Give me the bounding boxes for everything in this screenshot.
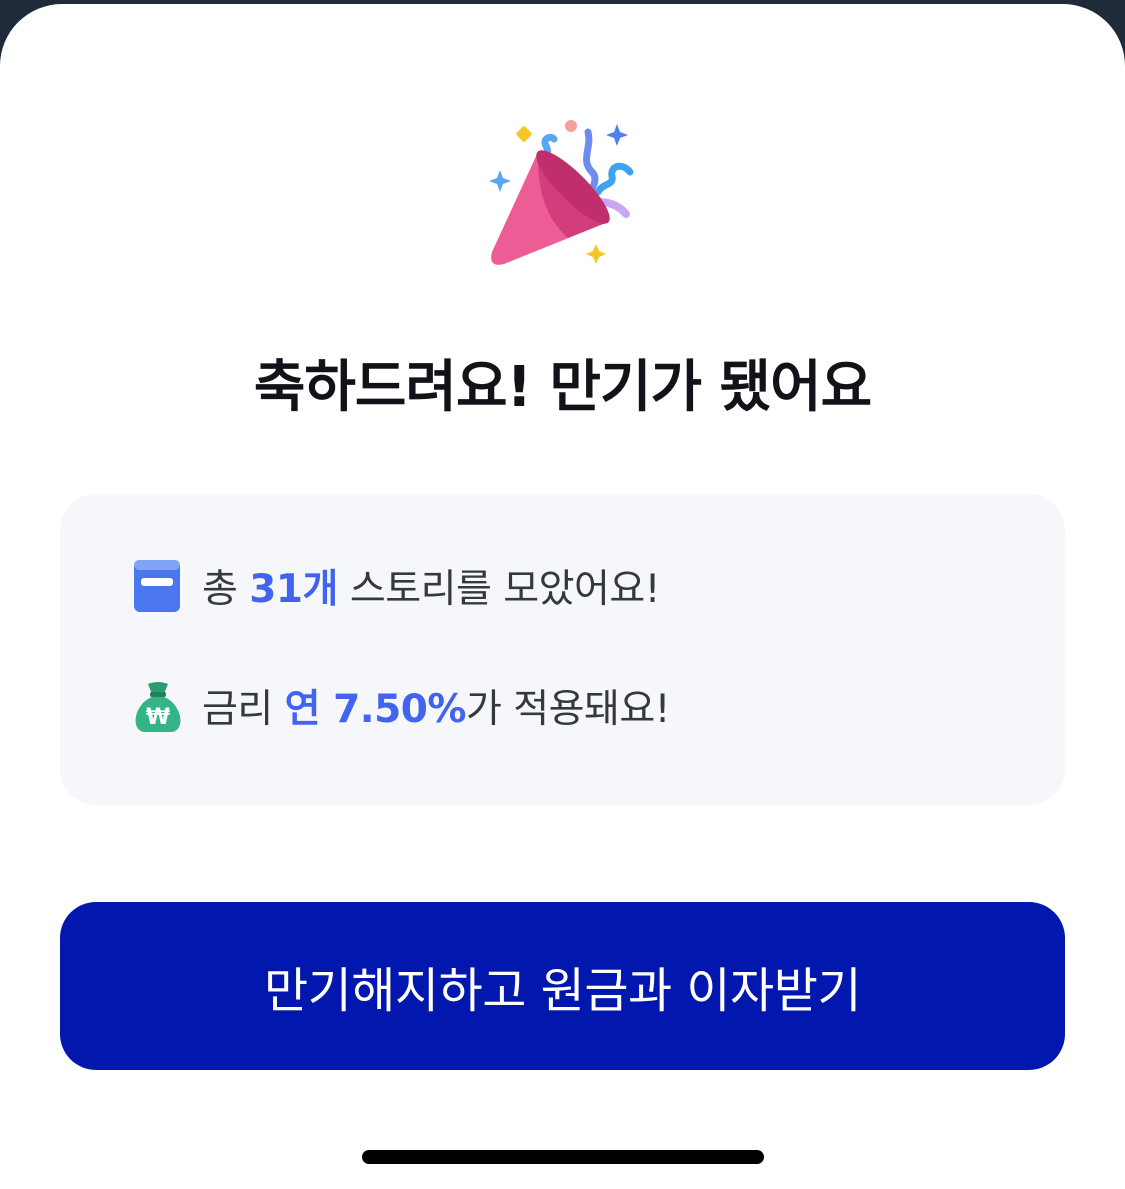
interest-text: 금리 연 7.50%가 적용돼요! [202, 678, 670, 734]
stories-row: 총 31개 스토리를 모았어요! [130, 556, 660, 616]
stories-text: 총 31개 스토리를 모았어요! [202, 558, 660, 614]
maturity-summary-card: 총 31개 스토리를 모았어요! ₩ 금리 연 7.50%가 적용돼요! [60, 494, 1065, 805]
book-icon [134, 560, 180, 612]
home-indicator [362, 1150, 764, 1164]
interest-prefix: 금리 [202, 687, 285, 732]
party-popper-icon [489, 120, 634, 265]
svg-text:₩: ₩ [146, 705, 170, 730]
stories-suffix: 스토리를 모았어요! [337, 567, 661, 612]
page-title: 축하드려요! 만기가 됐어요 [253, 355, 872, 420]
stories-prefix: 총 [202, 567, 250, 612]
interest-rate: 연 7.50% [284, 687, 467, 732]
bottom-sheet: 축하드려요! 만기가 됐어요 총 31개 스토리를 모았어요! ₩ 금리 연 7… [0, 4, 1125, 1189]
interest-row: ₩ 금리 연 7.50%가 적용돼요! [130, 676, 670, 736]
money-bag-icon: ₩ [135, 682, 181, 732]
interest-suffix: 가 적용돼요! [465, 687, 670, 732]
story-count: 31개 [249, 567, 338, 612]
withdraw-maturity-button[interactable]: 만기해지하고 원금과 이자받기 [60, 902, 1065, 1070]
